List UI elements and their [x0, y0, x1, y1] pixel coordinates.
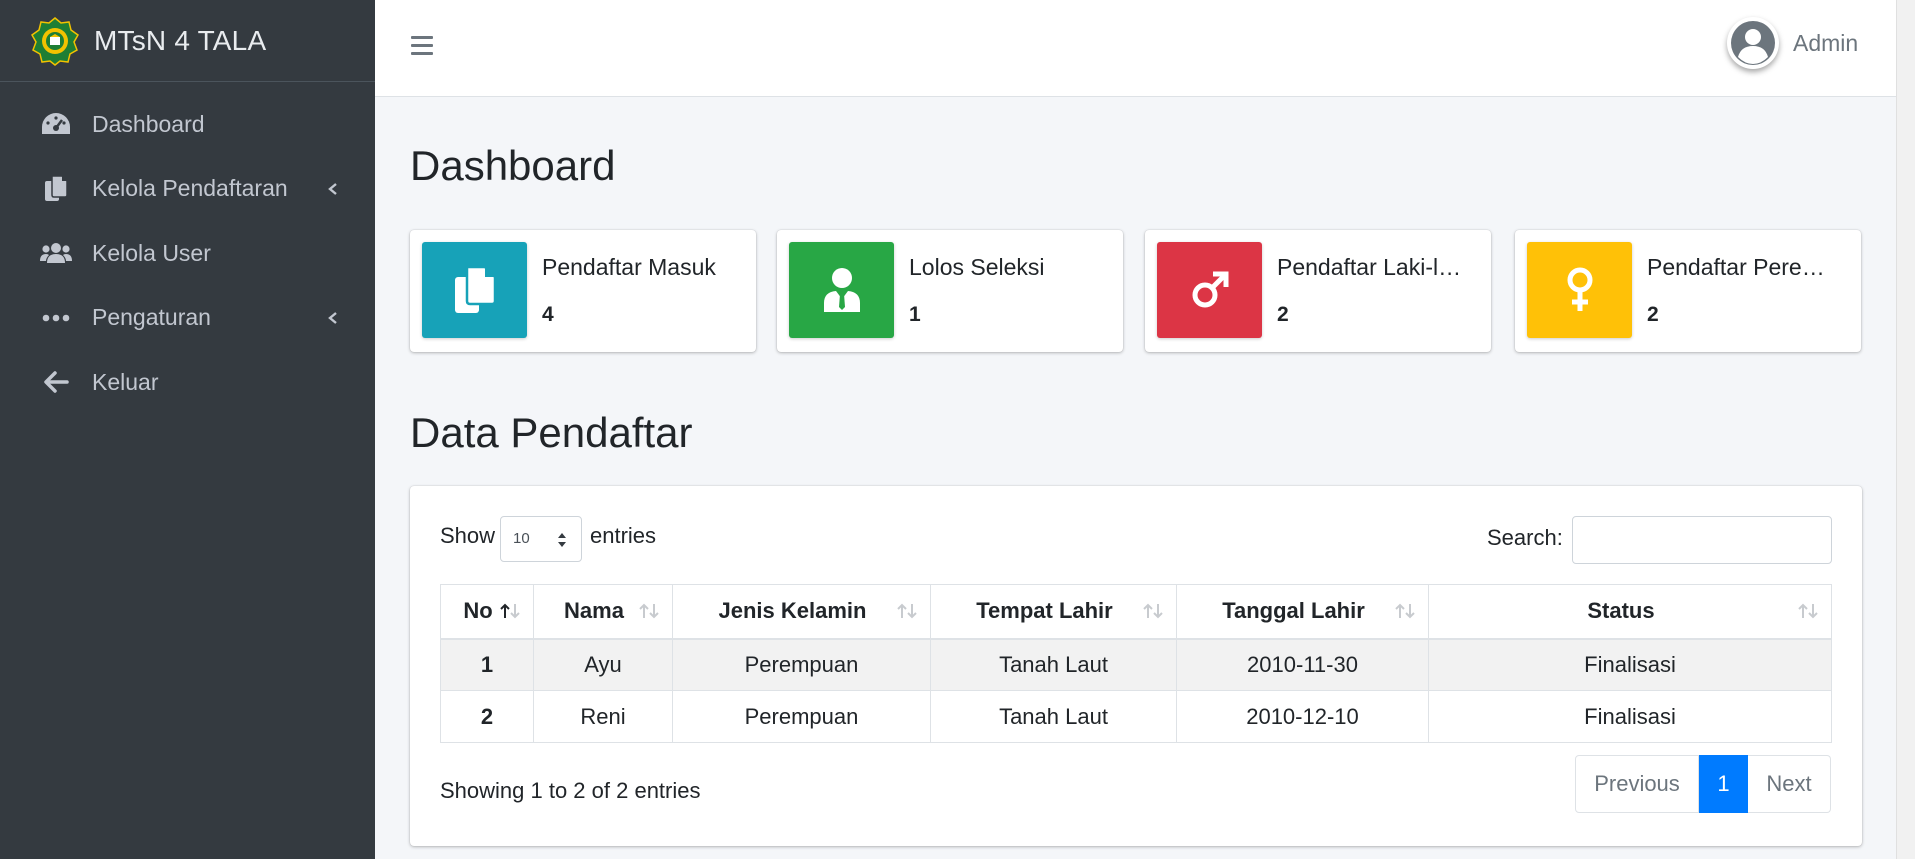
cell-tanggal-lahir: 2010-12-10	[1176, 690, 1429, 743]
stat-value: 1	[909, 303, 921, 326]
copy-icon	[422, 242, 527, 338]
pagination: Previous 1 Next	[1575, 755, 1831, 813]
column-header-jenis-kelamin[interactable]: Jenis Kelamin	[672, 584, 931, 640]
sidebar-item-kelola-user[interactable]: Kelola User	[0, 221, 375, 286]
stat-value: 2	[1647, 303, 1659, 326]
search-label: Search:	[1487, 525, 1563, 550]
brand-name: MTsN 4 TALA	[94, 24, 267, 56]
stat-card-pendaftar-perempuan: Pendaftar Pere… 2	[1515, 230, 1861, 352]
page-title: Dashboard	[410, 142, 616, 189]
page-scrollbar[interactable]	[1896, 0, 1915, 859]
select-arrows-icon	[558, 533, 566, 547]
stat-card-pendaftar-laki-laki: Pendaftar Laki-l… 2	[1145, 230, 1491, 352]
sort-ascending-icon	[500, 603, 520, 619]
cell-status: Finalisasi	[1428, 690, 1832, 743]
ellipsis-icon	[40, 302, 72, 334]
user-avatar-icon[interactable]	[1727, 17, 1779, 69]
sidebar-item-label: Pengaturan	[92, 304, 211, 331]
table-row[interactable]: 1 Ayu Perempuan Tanah Laut 2010-11-30 Fi…	[440, 638, 1832, 691]
next-button[interactable]: Next	[1748, 755, 1831, 813]
cell-tempat-lahir: Tanah Laut	[930, 690, 1177, 743]
cell-nama: Reni	[533, 690, 673, 743]
column-header-tanggal-lahir[interactable]: Tanggal Lahir	[1176, 584, 1429, 640]
sort-icon	[639, 603, 659, 619]
cell-no: 2	[440, 690, 534, 743]
stat-label: Pendaftar Pere…	[1647, 254, 1825, 280]
cell-tempat-lahir: Tanah Laut	[930, 638, 1177, 691]
sort-icon	[1798, 603, 1818, 619]
mars-icon	[1157, 242, 1262, 338]
table-header-row: No Nama Jenis Kelamin Tempat Lahir Tangg…	[440, 584, 1832, 640]
venus-icon	[1527, 242, 1632, 338]
top-navbar: Admin	[375, 0, 1896, 97]
search-input[interactable]	[1572, 516, 1832, 564]
copy-icon	[40, 173, 72, 205]
page-button-current[interactable]: 1	[1699, 755, 1748, 813]
table-row[interactable]: 2 Reni Perempuan Tanah Laut 2010-12-10 F…	[440, 690, 1832, 743]
users-icon	[40, 237, 72, 269]
cell-nama: Ayu	[533, 638, 673, 691]
sidebar-item-label: Dashboard	[92, 110, 205, 137]
chevron-left-icon[interactable]	[327, 311, 339, 324]
sort-icon	[897, 603, 917, 619]
entries-label: entries	[590, 523, 657, 548]
sidebar-item-pengaturan[interactable]: Pengaturan	[0, 286, 375, 351]
sidebar-item-label: Kelola User	[92, 239, 211, 266]
hamburger-icon[interactable]	[411, 36, 433, 56]
cell-status: Finalisasi	[1428, 638, 1832, 691]
stat-card-pendaftar-masuk: Pendaftar Masuk 4	[410, 230, 756, 352]
sidebar-item-keluar[interactable]: Keluar	[0, 350, 375, 415]
sort-icon	[1395, 603, 1415, 619]
cell-tanggal-lahir: 2010-11-30	[1176, 638, 1429, 691]
arrow-left-icon	[40, 366, 72, 398]
section-title: Data Pendaftar	[410, 409, 693, 456]
sidebar-item-dashboard[interactable]: Dashboard	[0, 92, 375, 157]
cell-jenis-kelamin: Perempuan	[672, 690, 931, 743]
sidebar-item-label: Kelola Pendaftaran	[92, 175, 288, 202]
stat-label: Pendaftar Laki-l…	[1277, 254, 1462, 280]
cell-jenis-kelamin: Perempuan	[672, 638, 931, 691]
previous-button[interactable]: Previous	[1575, 755, 1699, 813]
tachometer-icon	[40, 108, 72, 140]
registrants-table: No Nama Jenis Kelamin Tempat Lahir Tangg…	[440, 584, 1832, 743]
chevron-left-icon[interactable]	[327, 182, 339, 195]
column-header-no[interactable]: No	[440, 584, 534, 640]
stat-label: Pendaftar Masuk	[542, 254, 716, 280]
user-tie-icon	[789, 242, 894, 338]
sidebar: MTsN 4 TALA Dashboard Kelola Pendaftaran…	[0, 0, 375, 859]
page-size-select[interactable]: 10	[500, 516, 582, 562]
cell-no: 1	[440, 638, 534, 691]
stat-label: Lolos Seleksi	[909, 254, 1045, 280]
column-header-nama[interactable]: Nama	[533, 584, 673, 640]
stat-value: 2	[1277, 303, 1289, 326]
sidebar-nav: Dashboard Kelola Pendaftaran Kelola User…	[0, 82, 375, 415]
user-name[interactable]: Admin	[1793, 30, 1858, 57]
column-header-tempat-lahir[interactable]: Tempat Lahir	[930, 584, 1177, 640]
sidebar-item-kelola-pendaftaran[interactable]: Kelola Pendaftaran	[0, 157, 375, 222]
sidebar-item-label: Keluar	[92, 368, 159, 395]
stat-card-lolos-seleksi: Lolos Seleksi 1	[777, 230, 1123, 352]
brand[interactable]: MTsN 4 TALA	[0, 0, 375, 82]
table-info: Showing 1 to 2 of 2 entries	[440, 778, 701, 803]
column-header-status[interactable]: Status	[1428, 584, 1832, 640]
registrants-card: Show 10 entries Search: No Nama Jenis Ke…	[410, 486, 1862, 846]
stat-value: 4	[542, 303, 554, 326]
show-label: Show	[440, 523, 496, 548]
page-size-value: 10	[513, 530, 530, 547]
sort-icon	[1143, 603, 1163, 619]
school-logo-icon	[31, 16, 79, 66]
